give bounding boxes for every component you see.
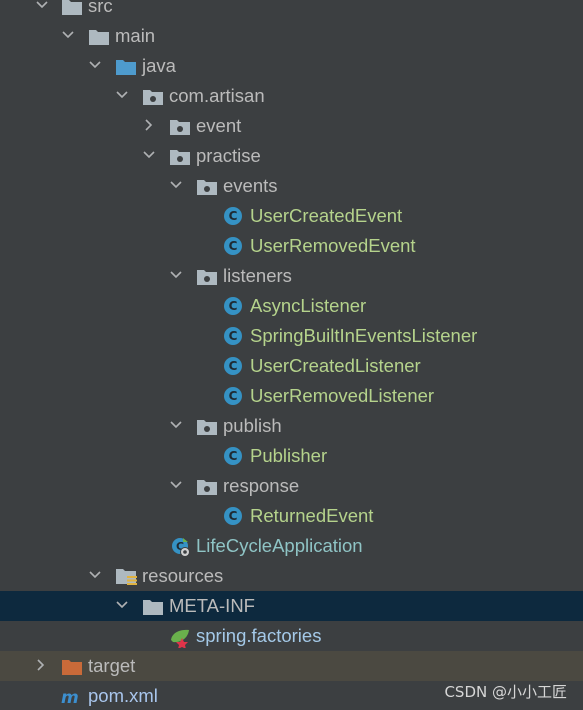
tree-node-label: resources — [142, 565, 224, 586]
tree-node-com-artisan[interactable]: com.artisan — [0, 81, 583, 111]
java-class-icon: C — [224, 387, 242, 405]
tree-node-label: main — [115, 25, 156, 46]
watermark: CSDN @小小工匠 — [444, 683, 567, 701]
java-class-icon: C — [224, 207, 242, 225]
tree-node-target[interactable]: target — [0, 651, 583, 681]
tree-node-label: UserRemovedListener — [250, 385, 435, 406]
package-icon — [196, 476, 218, 496]
tree-node-spring-factories[interactable]: spring.factories — [0, 621, 583, 651]
chevron-down-icon[interactable] — [60, 21, 76, 51]
java-class-icon: C — [224, 297, 242, 315]
tree-node-label: LifeCycleApplication — [196, 535, 363, 556]
tree-node-response[interactable]: response — [0, 471, 583, 501]
tree-node-src[interactable]: src — [0, 0, 583, 21]
tree-node-meta-inf[interactable]: META-INF — [0, 591, 583, 621]
tree-node-practise[interactable]: practise — [0, 141, 583, 171]
java-class-icon: C — [224, 507, 242, 525]
tree-node-label: events — [223, 175, 278, 196]
tree-node-label: publish — [223, 415, 282, 436]
java-class-icon: C — [224, 327, 242, 345]
tree-node-listeners[interactable]: listeners — [0, 261, 583, 291]
tree-node-label: pom.xml — [88, 685, 158, 706]
tree-node-label: UserRemovedEvent — [250, 235, 416, 256]
excluded-folder-icon — [61, 656, 83, 676]
chevron-down-icon[interactable] — [114, 81, 130, 111]
tree-node-resources[interactable]: resources — [0, 561, 583, 591]
tree-node-label: event — [196, 115, 242, 136]
svg-text:m: m — [61, 688, 79, 707]
chevron-down-icon[interactable] — [87, 51, 103, 81]
chevron-right-icon[interactable] — [141, 111, 157, 141]
java-class-icon: C — [224, 447, 242, 465]
tree-node-user-removed-listener[interactable]: C UserRemovedListener — [0, 381, 583, 411]
java-class-icon: C — [224, 357, 242, 375]
tree-node-returned-event[interactable]: C ReturnedEvent — [0, 501, 583, 531]
spring-boot-application-icon: C — [170, 536, 192, 557]
chevron-down-icon[interactable] — [168, 471, 184, 501]
project-tree: src main java com.artisan event practise… — [0, 0, 583, 710]
chevron-down-icon[interactable] — [141, 141, 157, 171]
tree-node-main[interactable]: main — [0, 21, 583, 51]
tree-node-label: META-INF — [169, 595, 255, 616]
tree-node-events[interactable]: events — [0, 171, 583, 201]
tree-node-label: ReturnedEvent — [250, 505, 374, 526]
package-icon — [196, 416, 218, 436]
tree-node-label: src — [88, 0, 113, 16]
tree-node-label: UserCreatedListener — [250, 355, 421, 376]
tree-node-label: com.artisan — [169, 85, 265, 106]
maven-icon: m — [61, 686, 83, 708]
tree-node-label: target — [88, 655, 136, 676]
tree-node-label: java — [142, 55, 176, 76]
tree-node-publisher[interactable]: C Publisher — [0, 441, 583, 471]
tree-node-event[interactable]: event — [0, 111, 583, 141]
resources-folder-icon — [115, 566, 137, 586]
chevron-down-icon[interactable] — [168, 411, 184, 441]
tree-node-user-created-listener[interactable]: C UserCreatedListener — [0, 351, 583, 381]
package-icon — [142, 86, 164, 106]
tree-node-label: AsyncListener — [250, 295, 367, 316]
chevron-right-icon[interactable] — [33, 651, 49, 681]
chevron-down-icon[interactable] — [114, 591, 130, 621]
tree-node-user-created-event[interactable]: C UserCreatedEvent — [0, 201, 583, 231]
chevron-down-icon[interactable] — [168, 171, 184, 201]
tree-node-label: UserCreatedEvent — [250, 205, 403, 226]
tree-node-user-removed-event[interactable]: C UserRemovedEvent — [0, 231, 583, 261]
package-icon — [196, 176, 218, 196]
tree-node-publish[interactable]: publish — [0, 411, 583, 441]
tree-node-async-listener[interactable]: C AsyncListener — [0, 291, 583, 321]
package-icon — [196, 266, 218, 286]
chevron-down-icon[interactable] — [34, 0, 50, 21]
package-icon — [169, 146, 191, 166]
tree-node-label: practise — [196, 145, 261, 166]
tree-node-spring-built-in-events-listener[interactable]: C SpringBuiltInEventsListener — [0, 321, 583, 351]
tree-node-label: spring.factories — [196, 625, 322, 646]
spring-factories-icon — [169, 626, 191, 649]
tree-node-java[interactable]: java — [0, 51, 583, 81]
tree-node-label: Publisher — [250, 445, 328, 466]
folder-icon — [142, 596, 164, 616]
folder-icon — [88, 26, 110, 46]
tree-node-life-cycle-application[interactable]: C LifeCycleApplication — [0, 531, 583, 561]
package-icon — [169, 116, 191, 136]
folder-icon — [61, 0, 83, 16]
java-class-icon: C — [224, 237, 242, 255]
tree-node-label: SpringBuiltInEventsListener — [250, 325, 478, 346]
source-folder-icon — [115, 56, 137, 76]
chevron-down-icon[interactable] — [168, 261, 184, 291]
tree-node-label: listeners — [223, 265, 292, 286]
tree-node-label: response — [223, 475, 300, 496]
chevron-down-icon[interactable] — [87, 561, 103, 591]
